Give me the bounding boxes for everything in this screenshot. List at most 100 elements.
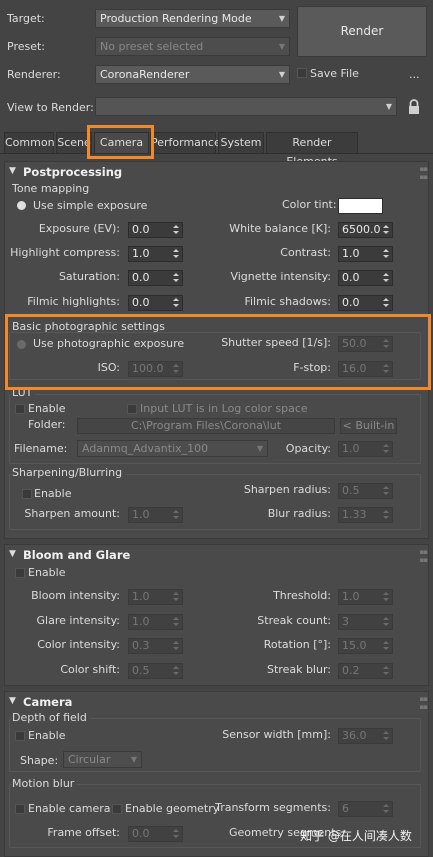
spinner-arrows-icon[interactable]: [382, 508, 390, 522]
shape-dropdown[interactable]: Circular ▼: [63, 751, 142, 768]
view-to-render-dropdown[interactable]: ▼: [95, 97, 397, 116]
highlight-compress-spinner[interactable]: 1.0: [128, 246, 183, 262]
tab-divider: [0, 153, 433, 154]
filmic-shadows-spinner[interactable]: 0.0: [338, 295, 393, 311]
spinner-arrows-icon[interactable]: [172, 362, 180, 376]
tab-performance[interactable]: Performance: [150, 132, 221, 153]
spinner-arrows-icon[interactable]: [382, 664, 390, 678]
frame-offset-spinner[interactable]: 0.0: [128, 826, 183, 842]
vignette-spinner[interactable]: 0.0: [338, 270, 393, 286]
spinner-arrows-icon[interactable]: [382, 590, 390, 604]
spinner-arrows-icon[interactable]: [172, 296, 180, 310]
target-value: Production Rendering Mode: [100, 12, 252, 25]
exposure-spinner[interactable]: 0.0: [128, 222, 183, 238]
spinner-arrows-icon[interactable]: [382, 729, 390, 743]
color-shift-spinner[interactable]: 0.5: [128, 663, 183, 679]
tab-scene[interactable]: Scene: [56, 132, 92, 153]
builtin-button[interactable]: < Built-in: [340, 418, 397, 434]
spinner-arrows-icon[interactable]: [382, 802, 390, 816]
spinner-arrows-icon[interactable]: [172, 223, 180, 237]
spinner-arrows-icon[interactable]: [172, 590, 180, 604]
spinner-arrows-icon[interactable]: [172, 664, 180, 678]
spinner-arrows-icon[interactable]: [382, 247, 390, 261]
folder-path-button[interactable]: C:\Program Files\Corona\lut: [77, 418, 335, 434]
enable-camera-checkbox[interactable]: [15, 804, 25, 814]
tab-system[interactable]: System: [218, 132, 264, 153]
fstop-spinner[interactable]: 16.0: [338, 361, 393, 377]
spinner-arrows-icon[interactable]: [382, 296, 390, 310]
spinner-arrows-icon[interactable]: [382, 223, 390, 237]
iso-spinner[interactable]: 100.0: [128, 361, 183, 377]
tab-label: Scene: [57, 136, 91, 149]
tab-camera[interactable]: Camera: [94, 132, 149, 153]
spinner-arrows-icon[interactable]: [172, 271, 180, 285]
photographic-exposure-radio[interactable]: [17, 340, 26, 349]
color-tint-swatch[interactable]: [338, 198, 383, 214]
spinner-arrows-icon[interactable]: [382, 337, 390, 351]
spinner-arrows-icon[interactable]: [382, 362, 390, 376]
threshold-spinner[interactable]: 1.0: [338, 589, 393, 605]
folder-path: C:\Program Files\Corona\lut: [130, 419, 282, 432]
filename-dropdown[interactable]: Adanmq_Advantix_100 ▼: [77, 440, 268, 457]
dof-enable-label: Enable: [28, 729, 66, 742]
blur-radius-spinner[interactable]: 1.33: [338, 507, 393, 523]
tab-render-elements[interactable]: Render Elements: [266, 132, 358, 168]
streak-count-spinner[interactable]: 3: [338, 614, 393, 630]
spinner-arrows-icon[interactable]: [172, 827, 180, 841]
spinner-value: 36.0: [342, 729, 367, 742]
color-intensity-label: Color intensity:: [37, 638, 120, 651]
spinner-arrows-icon[interactable]: [382, 271, 390, 285]
spinner-arrows-icon[interactable]: [382, 615, 390, 629]
bloom-title[interactable]: Bloom and Glare: [23, 548, 130, 562]
filmic-highlights-spinner[interactable]: 0.0: [128, 295, 183, 311]
enable-geometry-checkbox[interactable]: [112, 804, 122, 814]
sensor-width-spinner[interactable]: 36.0: [338, 728, 393, 744]
shape-label: Shape:: [20, 754, 59, 767]
streak-blur-spinner[interactable]: 0.2: [338, 663, 393, 679]
transform-segments-spinner[interactable]: 6: [338, 801, 393, 817]
camera-title[interactable]: Camera: [23, 695, 72, 709]
grip-icon[interactable]: ▪▪ ▪▪: [420, 695, 428, 711]
save-file-checkbox[interactable]: [297, 68, 307, 78]
collapse-triangle-icon[interactable]: ▼: [9, 696, 16, 706]
more-options-button[interactable]: ...: [409, 68, 420, 81]
lock-icon[interactable]: [407, 99, 421, 115]
spinner-arrows-icon[interactable]: [382, 639, 390, 653]
target-dropdown[interactable]: Production Rendering Mode ▼: [95, 9, 290, 28]
collapse-triangle-icon[interactable]: ▼: [9, 166, 16, 176]
spinner-arrows-icon[interactable]: [172, 247, 180, 261]
opacity-spinner[interactable]: 1.0: [338, 441, 393, 457]
postprocessing-title[interactable]: Postprocessing: [23, 165, 122, 179]
preset-dropdown[interactable]: No preset selected ▼: [95, 37, 290, 56]
rotation-spinner[interactable]: 15.0: [338, 638, 393, 654]
simple-exposure-radio[interactable]: [17, 201, 26, 210]
grip-icon[interactable]: ▪▪ ▪▪: [420, 548, 428, 564]
contrast-spinner[interactable]: 1.0: [338, 246, 393, 262]
render-button[interactable]: Render: [297, 6, 427, 57]
preset-value: No preset selected: [100, 40, 204, 53]
tab-common[interactable]: Common: [4, 132, 55, 153]
vignette-label: Vignette intensity:: [230, 270, 331, 283]
dof-enable-checkbox[interactable]: [15, 731, 25, 741]
sharpen-radius-spinner[interactable]: 0.5: [338, 483, 393, 499]
spinner-arrows-icon[interactable]: [172, 639, 180, 653]
lut-log-checkbox[interactable]: [127, 404, 137, 414]
shutter-speed-spinner[interactable]: 50.0: [338, 336, 393, 352]
saturation-spinner[interactable]: 0.0: [128, 270, 183, 286]
collapse-triangle-icon[interactable]: ▼: [9, 549, 16, 559]
sharpen-amount-spinner[interactable]: 1.0: [128, 507, 183, 523]
sharpen-enable-checkbox[interactable]: [22, 489, 32, 499]
spinner-arrows-icon[interactable]: [172, 508, 180, 522]
grip-icon[interactable]: ▪▪ ▪▪: [420, 165, 428, 181]
spinner-arrows-icon[interactable]: [172, 615, 180, 629]
lut-enable-checkbox[interactable]: [15, 404, 25, 414]
spinner-arrows-icon[interactable]: [382, 484, 390, 498]
spinner-arrows-icon[interactable]: [382, 442, 390, 456]
renderer-dropdown[interactable]: CoronaRenderer ▼: [95, 65, 290, 84]
bloom-enable-checkbox[interactable]: [15, 568, 25, 578]
color-shift-label: Color shift:: [60, 663, 120, 676]
glare-intensity-spinner[interactable]: 1.0: [128, 614, 183, 630]
bloom-intensity-spinner[interactable]: 1.0: [128, 589, 183, 605]
color-intensity-spinner[interactable]: 0.3: [128, 638, 183, 654]
white-balance-spinner[interactable]: 6500.0: [338, 222, 393, 238]
